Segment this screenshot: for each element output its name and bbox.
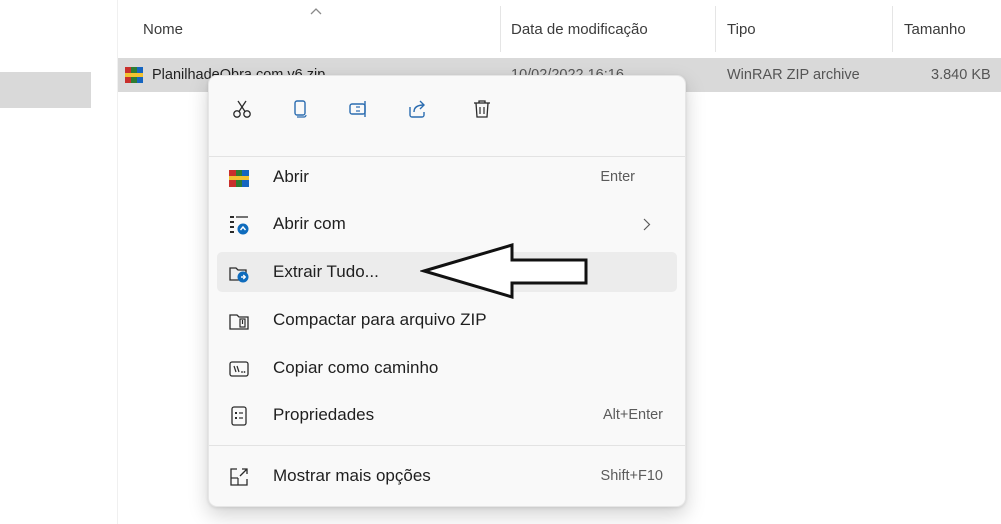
menu-item-open-shortcut: Enter [600, 169, 635, 185]
copy-path-icon [229, 361, 249, 377]
column-header-name[interactable]: Nome [143, 0, 183, 58]
column-separator[interactable] [892, 6, 893, 52]
cut-icon [233, 100, 251, 118]
menu-item-properties[interactable]: Propriedades Alt+Enter [217, 395, 677, 435]
column-header-modified-label: Data de modificação [511, 20, 648, 38]
column-separator[interactable] [500, 6, 501, 52]
menu-item-properties-label: Propriedades [273, 405, 375, 424]
menu-item-open[interactable]: Abrir Enter [217, 157, 677, 197]
sort-ascending-icon [310, 8, 322, 15]
more-options-icon [230, 468, 248, 486]
menu-item-copy-path-label: Copiar como caminho [273, 358, 439, 377]
zip-folder-icon [229, 314, 249, 330]
copy-icon [294, 100, 307, 118]
delete-button[interactable] [465, 92, 499, 126]
chevron-right-icon [643, 218, 651, 231]
winrar-archive-icon [125, 67, 143, 83]
column-header-type[interactable]: Tipo [727, 0, 756, 58]
copy-button[interactable] [283, 92, 317, 126]
rename-button[interactable] [342, 92, 376, 126]
column-header-size-label: Tamanho [904, 20, 966, 38]
menu-item-properties-shortcut: Alt+Enter [602, 407, 663, 423]
open-with-icon [230, 216, 249, 235]
column-header-type-label: Tipo [727, 20, 756, 38]
extract-folder-icon [229, 267, 249, 283]
column-separator[interactable] [715, 6, 716, 52]
rename-icon [349, 101, 366, 117]
menu-item-open-with-label: Abrir com [273, 214, 346, 233]
menu-item-extract-all-label: Extrair Tudo... [273, 262, 379, 281]
cut-button[interactable] [225, 92, 259, 126]
delete-icon [474, 100, 490, 118]
file-size: 3.840 KB [931, 67, 991, 83]
winrar-archive-icon [229, 170, 249, 187]
menu-item-more-options-shortcut: Shift+F10 [600, 468, 663, 484]
share-button[interactable] [400, 92, 434, 126]
menu-item-compress-zip[interactable]: Compactar para arquivo ZIP [217, 300, 677, 340]
file-type: WinRAR ZIP archive [727, 67, 860, 83]
menu-item-more-options[interactable]: Mostrar mais opções Shift+F10 [217, 456, 677, 496]
menu-item-open-with[interactable]: Abrir com [217, 204, 677, 244]
menu-separator [209, 445, 685, 446]
properties-icon [231, 406, 247, 426]
quick-actions-bar [209, 76, 685, 140]
nav-pane-selected-item[interactable] [0, 72, 91, 108]
share-icon [409, 100, 425, 118]
menu-item-more-options-label: Mostrar mais opções [273, 466, 431, 485]
menu-item-copy-path[interactable]: Copiar como caminho [217, 348, 677, 388]
annotation-arrow-icon [420, 243, 588, 299]
column-header-name-label: Nome [143, 20, 184, 38]
menu-item-compress-zip-label: Compactar para arquivo ZIP [273, 310, 487, 329]
menu-item-open-label: Abrir [273, 167, 309, 186]
column-header-modified[interactable]: Data de modificação [511, 0, 648, 58]
column-header-size[interactable]: Tamanho [904, 0, 966, 58]
